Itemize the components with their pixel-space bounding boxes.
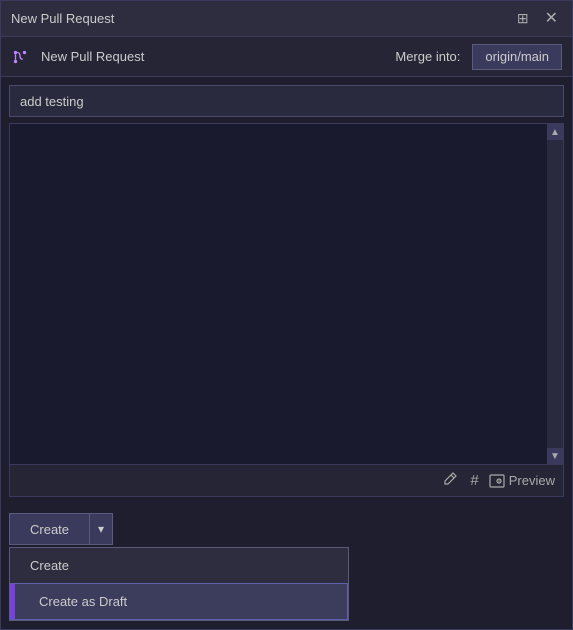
toolbar-title: New Pull Request [41,49,144,64]
pin-button[interactable]: ⊞ [513,9,533,29]
title-bar-left: New Pull Request [11,11,114,26]
merge-into-label: Merge into: [395,49,460,64]
window-title: New Pull Request [11,11,114,26]
menu-item-create-draft-label: Create as Draft [31,594,127,609]
preview-button[interactable]: Preview [489,473,555,489]
close-button[interactable]: ✕ [541,9,562,29]
window: New Pull Request ⊞ ✕ New Pull Request Me… [0,0,573,630]
title-bar: New Pull Request ⊞ ✕ [1,1,572,37]
description-toolbar: # Preview [10,464,563,496]
git-branch-icon [11,48,29,66]
menu-item-create-draft[interactable]: Create as Draft [10,583,348,620]
create-dropdown-button[interactable]: ▾ [89,513,113,545]
hash-icon[interactable]: # [468,470,480,491]
pin-icon: ⊞ [517,10,529,26]
content-area: ▲ ▼ # [1,77,572,505]
create-button-group: Create ▾ [9,513,113,545]
title-bar-controls: ⊞ ✕ [513,9,562,29]
scrollbar-up-button[interactable]: ▲ [547,124,563,140]
menu-item-create-label: Create [30,558,69,573]
active-indicator [11,584,15,619]
preview-label: Preview [509,473,555,488]
close-icon: ✕ [545,10,558,27]
menu-item-create[interactable]: Create [10,548,348,583]
create-label: Create [30,522,69,537]
preview-icon [489,473,505,489]
description-wrapper: ▲ ▼ # [9,123,564,497]
merge-branch-text: origin/main [485,49,549,64]
title-input[interactable] [9,85,564,117]
toolbar: New Pull Request Merge into: origin/main [1,37,572,77]
action-area: Create ▾ Create Create as Draft [1,505,572,629]
scrollbar-track: ▲ ▼ [547,124,563,464]
description-textarea[interactable] [10,124,563,464]
scrollbar-down-button[interactable]: ▼ [547,448,563,464]
edit-icon[interactable] [440,469,460,492]
create-dropdown-menu: Create Create as Draft [9,547,349,621]
create-main-button[interactable]: Create [9,513,89,545]
merge-branch-button[interactable]: origin/main [472,44,562,70]
dropdown-arrow-icon: ▾ [98,522,104,536]
